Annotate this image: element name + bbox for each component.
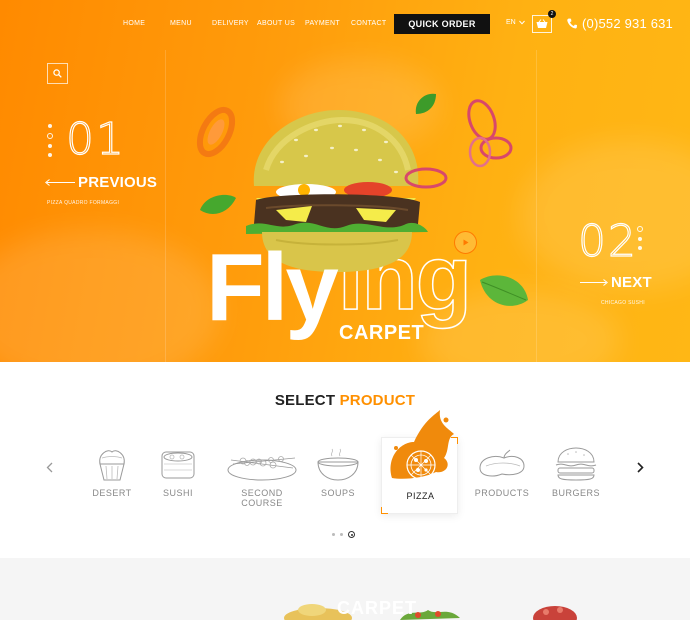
select-product-heading: SELECT PRODUCT bbox=[0, 392, 690, 409]
pagination-dot[interactable] bbox=[340, 533, 343, 536]
previous-slide-caption: PIZZA QUADRO FORMAGGI bbox=[47, 200, 120, 206]
play-icon bbox=[463, 239, 468, 246]
section-ghost-title: CARPET bbox=[337, 598, 418, 618]
previous-slide-button[interactable]: PREVIOUS bbox=[78, 174, 157, 191]
quick-order-button[interactable]: QUICK ORDER bbox=[394, 14, 490, 34]
next-slide-button[interactable]: NEXT bbox=[611, 274, 652, 291]
category-label: PRODUCTS bbox=[474, 488, 530, 498]
pepper-icon bbox=[479, 449, 525, 477]
search-icon bbox=[53, 69, 62, 78]
top-navigation: HOME MENU DELIVERY ABOUT US PAYMENT CONT… bbox=[0, 0, 690, 48]
nav-about-us[interactable]: ABOUT US bbox=[257, 20, 295, 27]
carousel-prev-button[interactable] bbox=[46, 460, 53, 476]
nav-delivery[interactable]: DELIVERY bbox=[212, 20, 249, 27]
nav-home[interactable]: HOME bbox=[123, 20, 145, 27]
category-label-active: PIZZA bbox=[406, 491, 435, 501]
slide-dots-right bbox=[637, 226, 643, 250]
cart-count-badge: 2 bbox=[548, 10, 556, 18]
cupcake-icon bbox=[99, 450, 125, 481]
cart-button[interactable] bbox=[532, 15, 552, 33]
burger-icon bbox=[555, 447, 597, 481]
category-label: BURGERS bbox=[551, 488, 600, 498]
nav-menu[interactable]: MENU bbox=[170, 20, 192, 27]
soup-bowl-icon bbox=[317, 448, 359, 481]
previous-slide-number: 01 bbox=[65, 113, 126, 165]
category-pizza-card[interactable]: PIZZA bbox=[381, 410, 458, 514]
basket-icon bbox=[536, 19, 548, 28]
nav-contact[interactable]: CONTACT bbox=[351, 20, 386, 27]
arrow-left-icon bbox=[45, 179, 50, 186]
category-second-course[interactable]: SECOND COURSE bbox=[222, 446, 302, 508]
next-slide-caption: CHICAGO SUSHI bbox=[601, 300, 645, 306]
carousel-pagination bbox=[332, 531, 355, 538]
category-burgers[interactable]: BURGERS bbox=[538, 446, 614, 498]
category-label: SOUPS bbox=[320, 488, 355, 498]
category-label: SECOND COURSE bbox=[241, 488, 283, 508]
skewer-plate-icon bbox=[227, 456, 297, 481]
arrow-right-icon bbox=[603, 279, 608, 286]
nav-payment[interactable]: PAYMENT bbox=[305, 20, 340, 27]
onion-ring-image bbox=[404, 167, 448, 189]
carousel-next-button[interactable] bbox=[637, 460, 644, 476]
next-slide-number: 02 bbox=[577, 215, 638, 267]
category-products[interactable]: PRODUCTS bbox=[464, 446, 540, 498]
onion-rings-image bbox=[467, 99, 513, 168]
category-soups[interactable]: SOUPS bbox=[300, 446, 376, 498]
heading-plain-text: SELECT bbox=[274, 392, 336, 409]
phone-contact[interactable]: (0)552 931 631 bbox=[567, 16, 673, 31]
chevron-down-icon bbox=[518, 20, 525, 25]
chevron-left-icon bbox=[46, 462, 53, 473]
chevron-right-icon bbox=[637, 462, 644, 473]
category-desert[interactable]: DESERT bbox=[74, 446, 150, 498]
next-section: CARPET bbox=[0, 558, 690, 620]
language-selector[interactable]: EN bbox=[506, 19, 525, 26]
phone-icon bbox=[567, 18, 577, 29]
food-image bbox=[533, 606, 577, 620]
hero-subtitle: CARPET bbox=[339, 322, 425, 344]
category-label: DESERT bbox=[92, 488, 132, 498]
heading-accent-text: PRODUCT bbox=[339, 392, 416, 409]
play-video-button[interactable] bbox=[454, 231, 477, 254]
sushi-icon bbox=[161, 451, 195, 479]
phone-number: (0)552 931 631 bbox=[582, 16, 673, 31]
pagination-dot-active[interactable] bbox=[348, 531, 355, 538]
basil-leaf-image bbox=[480, 275, 528, 306]
hero-title-solid: Fly bbox=[206, 234, 339, 341]
previous-arrow-line bbox=[47, 182, 75, 183]
slide-dots-left bbox=[47, 124, 53, 157]
category-label: SUSHI bbox=[162, 488, 193, 498]
pepper-slice-image bbox=[196, 106, 236, 158]
basil-leaf-image bbox=[415, 93, 436, 114]
hero-banner: HOME MENU DELIVERY ABOUT US PAYMENT CONT… bbox=[0, 0, 690, 362]
pagination-dot[interactable] bbox=[332, 533, 335, 536]
pizza-icon bbox=[406, 450, 436, 480]
category-sushi[interactable]: SUSHI bbox=[140, 446, 216, 498]
basil-leaf-image bbox=[200, 194, 236, 214]
language-label: EN bbox=[506, 19, 516, 26]
search-button[interactable] bbox=[47, 63, 68, 84]
